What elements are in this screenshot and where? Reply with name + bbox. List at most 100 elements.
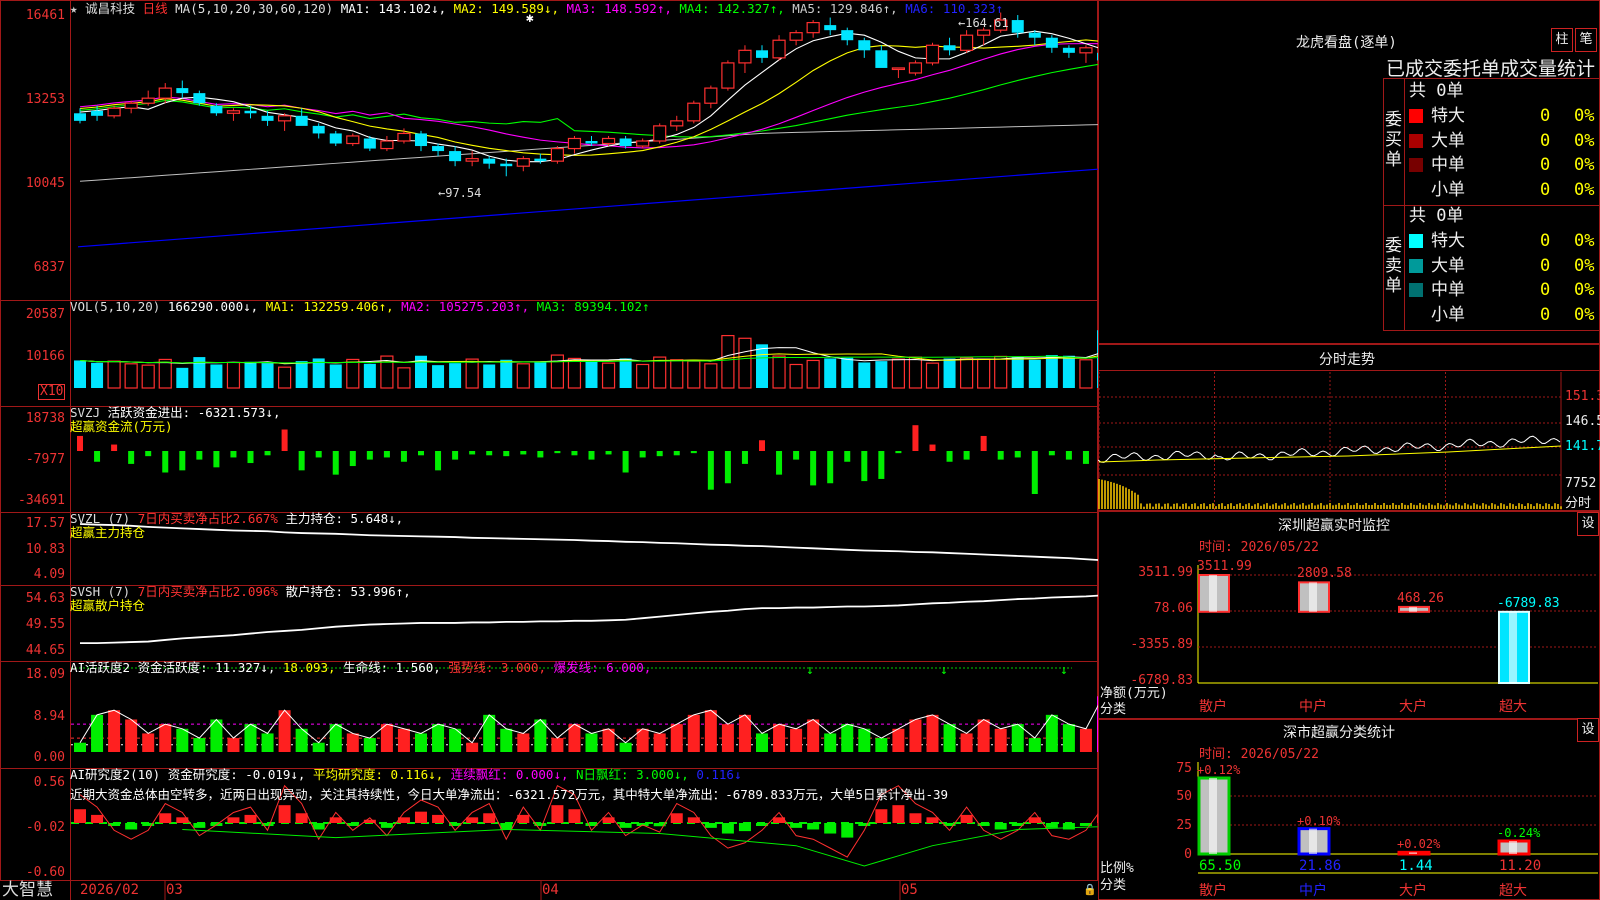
volume-bar: [1062, 355, 1075, 388]
lock-icon[interactable]: 🔒: [1083, 883, 1097, 897]
buy-side-label: 委买单: [1385, 110, 1402, 170]
volume-bar: [176, 367, 189, 388]
buy-label: 中单: [1431, 155, 1465, 175]
vol-tick: 10166: [25, 349, 65, 364]
fenshi-frame: [1098, 344, 1600, 511]
high-annotation: ←164.61: [958, 16, 1009, 30]
volume-bar: [994, 355, 1008, 389]
szcy-bar-highlight: [1509, 611, 1517, 683]
volume-bar: [738, 337, 752, 389]
volume-bar: [226, 361, 241, 389]
volume-bar: [756, 344, 768, 388]
sstj-bar-highlight: [1409, 852, 1417, 854]
tick-mode-button[interactable]: 笔: [1575, 28, 1597, 52]
signal-arrow-icon: ↓: [1060, 663, 1068, 678]
volume-bar: [483, 364, 496, 388]
bar-mode-button[interactable]: 柱: [1551, 28, 1573, 52]
activity-bar: [244, 724, 257, 752]
research-bar: [517, 814, 530, 823]
x-axis-label: 05: [901, 882, 918, 898]
candle-body: [1011, 20, 1024, 33]
volume-bar: [141, 364, 155, 389]
research-bar: [227, 817, 240, 823]
candle-body: [483, 158, 496, 164]
fund-flow-bar: [793, 451, 800, 460]
activity-bar: [500, 728, 513, 752]
sell-row: 中单: [1409, 278, 1465, 302]
szcy-tick: 78.06: [1153, 601, 1193, 616]
research-bar: [159, 813, 172, 823]
research-bar: [892, 805, 905, 823]
candle-body: [295, 115, 308, 126]
research-bar: [824, 823, 837, 834]
candle-body: [977, 29, 991, 36]
color-swatch-icon: [1409, 307, 1423, 322]
research-bar: [244, 814, 257, 823]
svsh-tick: 44.65: [25, 643, 65, 658]
low-value: 97.54: [445, 186, 482, 200]
vol-label: VOL(5,10,20): [70, 299, 161, 314]
volume-bar: [74, 360, 86, 388]
ai2-v5: 0.116↓: [696, 767, 742, 782]
candle-body: [312, 125, 325, 134]
fund-flow-bar: [878, 451, 885, 479]
price-tick: 13253: [25, 92, 65, 107]
fund-flow-bar: [486, 451, 493, 456]
main-chart-area[interactable]: ✱↓ ↓ ↓: [0, 0, 1098, 900]
fund-flow-bar: [571, 451, 578, 456]
sstj-category-label: 超大: [1499, 883, 1527, 899]
volume-bar: [1045, 355, 1058, 388]
high-value: 164.61: [965, 16, 1009, 30]
candle-body: [858, 40, 871, 51]
svzj-header: SVZJ 活跃资金进出: -6321.573↓,: [70, 406, 280, 420]
svsh-subtitle: 超赢散户持仓: [70, 598, 146, 613]
activity-bar: [432, 724, 445, 752]
sell-label: 小单: [1431, 304, 1465, 325]
price-tick: 6837: [33, 260, 65, 275]
volume-bar: [567, 357, 582, 389]
price-header: ★ 诚昌科技 日线 MA(5,10,20,30,60,120) MA1: 143…: [70, 2, 1003, 16]
fund-flow-bar: [230, 451, 237, 458]
sell-count: 0: [1540, 255, 1551, 276]
activity-bar: [704, 710, 717, 752]
research-bar: [875, 809, 888, 823]
fenshi-tick: 151.3: [1565, 389, 1600, 404]
svsh-label: SVSH (7): [70, 584, 131, 599]
signal-arrow-icon: ↓: [940, 663, 948, 678]
vol-unit-badge[interactable]: X10: [38, 384, 66, 400]
volume-bar: [91, 362, 104, 388]
sstj-settings-button[interactable]: 设: [1577, 718, 1599, 742]
activity-bar: [943, 724, 956, 752]
activity-bar: [380, 724, 393, 752]
star-icon[interactable]: ★: [70, 1, 78, 16]
fund-flow-bar: [332, 451, 339, 475]
fund-flow-bar: [1048, 451, 1055, 456]
candle-body: [670, 120, 684, 127]
fund-flow-bar: [145, 451, 152, 457]
vol-tick: 20587: [25, 307, 65, 322]
candle-body: [704, 87, 718, 104]
volume-bar: [858, 362, 871, 388]
activity-bar: [91, 714, 104, 752]
ai2-label: AI研究度2(10) 资金研究度: -0.019↓,: [70, 767, 306, 782]
sstj-category-label: 中户: [1299, 883, 1327, 899]
research-bar: [858, 823, 871, 826]
period-label[interactable]: 日线: [143, 1, 168, 16]
fund-flow-bar: [111, 444, 118, 451]
sell-count: 0: [1540, 280, 1551, 300]
ai2-avg: 平均研究度: 0.116↓,: [313, 767, 444, 782]
research-bar: [721, 823, 734, 834]
price-tick: 16461: [25, 8, 65, 23]
fund-flow-bar: [503, 451, 510, 457]
candle-body: [738, 49, 752, 64]
candle-body: [91, 110, 104, 116]
fund-flow-bar: [946, 451, 953, 462]
low-annotation: ←97.54: [438, 186, 482, 200]
candle-body: [875, 50, 888, 68]
szcy-settings-button[interactable]: 设: [1577, 512, 1599, 536]
sell-row: 小单: [1409, 303, 1465, 327]
ai2-consec: 连续飘红: 0.000↓,: [450, 767, 569, 782]
buy-percent: 0%: [1574, 179, 1595, 200]
volume-bar: [704, 363, 718, 389]
candle-body: [908, 62, 923, 74]
